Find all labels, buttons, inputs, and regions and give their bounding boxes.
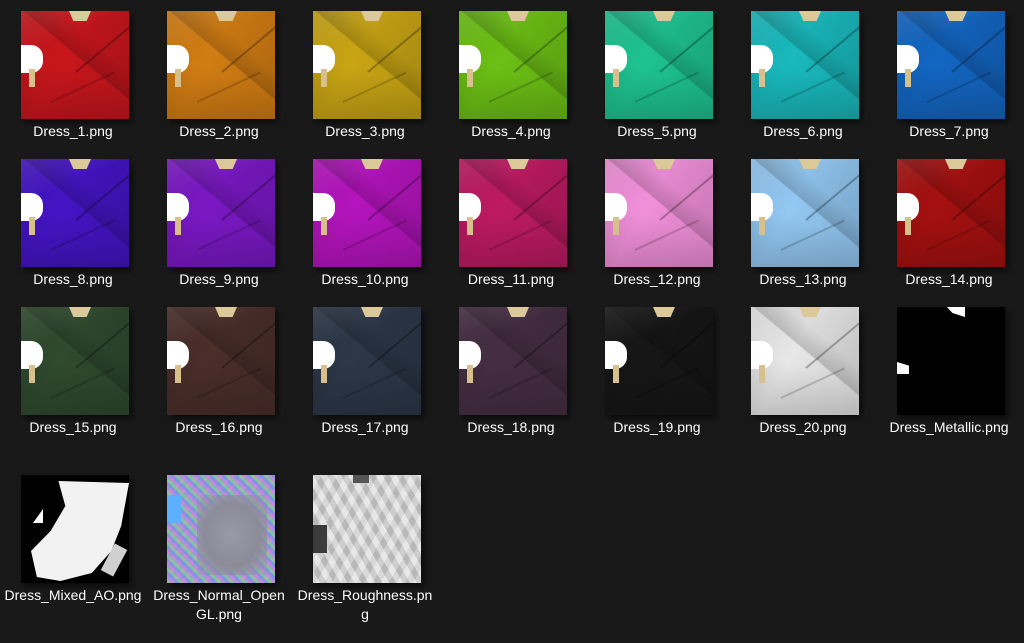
file-item[interactable]: Dress_4.png: [438, 2, 584, 148]
file-name: Dress_Metallic.png: [889, 419, 1009, 435]
file-thumbnail: [459, 159, 567, 267]
file-thumbnail: [751, 307, 859, 415]
file-thumbnail: [459, 307, 567, 415]
file-thumbnail: [751, 11, 859, 119]
file-item[interactable]: Dress_13.png: [730, 150, 876, 296]
file-name: Dress_5.png: [617, 123, 697, 139]
file-name: Dress_Mixed_AO.png: [4, 587, 142, 603]
file-name: Dress_Roughness.png: [297, 587, 433, 622]
file-item[interactable]: Dress_14.png: [876, 150, 1022, 296]
file-thumbnail: [21, 307, 129, 415]
file-name: Dress_1.png: [33, 123, 113, 139]
file-item[interactable]: Dress_11.png: [438, 150, 584, 296]
file-name: Dress_19.png: [613, 419, 701, 435]
file-name: Dress_6.png: [763, 123, 843, 139]
file-item[interactable]: Dress_16.png: [146, 298, 292, 444]
file-thumbnail: [313, 475, 421, 583]
file-name: Dress_3.png: [325, 123, 405, 139]
file-name: Dress_14.png: [905, 271, 993, 287]
file-item[interactable]: Dress_15.png: [0, 298, 146, 444]
file-thumbnail: [167, 307, 275, 415]
file-item[interactable]: Dress_Roughness.png: [292, 466, 438, 622]
file-item[interactable]: Dress_2.png: [146, 2, 292, 148]
file-name: Dress_Normal_OpenGL.png: [153, 587, 285, 622]
file-name: Dress_20.png: [759, 419, 847, 435]
file-name: Dress_10.png: [321, 271, 409, 287]
file-thumbnail: [313, 159, 421, 267]
file-item[interactable]: Dress_19.png: [584, 298, 730, 444]
file-name: Dress_8.png: [33, 271, 113, 287]
file-name: Dress_2.png: [179, 123, 259, 139]
file-name: Dress_4.png: [471, 123, 551, 139]
file-thumbnail: [313, 307, 421, 415]
file-grid: Dress_1.png Dress_2.png Dress_3.png Dress_4…: [0, 0, 1024, 643]
file-item[interactable]: Dress_10.png: [292, 150, 438, 296]
file-item[interactable]: Dress_5.png: [584, 2, 730, 148]
file-item[interactable]: Dress_9.png: [146, 150, 292, 296]
file-thumbnail: [605, 307, 713, 415]
file-item[interactable]: Dress_Mixed_AO.png: [0, 466, 146, 612]
file-item[interactable]: Dress_20.png: [730, 298, 876, 444]
file-thumbnail: [897, 11, 1005, 119]
file-thumbnail: [897, 159, 1005, 267]
file-item[interactable]: Dress_3.png: [292, 2, 438, 148]
file-item[interactable]: Dress_Metallic.png: [876, 298, 1022, 444]
file-thumbnail: [167, 11, 275, 119]
file-thumbnail: [167, 159, 275, 267]
file-item[interactable]: Dress_18.png: [438, 298, 584, 444]
file-item[interactable]: Dress_7.png: [876, 2, 1022, 148]
file-name: Dress_15.png: [29, 419, 117, 435]
file-name: Dress_7.png: [909, 123, 989, 139]
file-item[interactable]: Dress_1.png: [0, 2, 146, 148]
file-item[interactable]: Dress_12.png: [584, 150, 730, 296]
file-item[interactable]: Dress_6.png: [730, 2, 876, 148]
file-thumbnail: [751, 159, 859, 267]
file-thumbnail: [167, 475, 275, 583]
file-name: Dress_9.png: [179, 271, 259, 287]
file-thumbnail: [21, 11, 129, 119]
file-thumbnail: [313, 11, 421, 119]
file-item[interactable]: Dress_17.png: [292, 298, 438, 444]
file-name: Dress_11.png: [467, 271, 555, 287]
file-item[interactable]: Dress_8.png: [0, 150, 146, 296]
file-name: Dress_16.png: [175, 419, 263, 435]
file-name: Dress_18.png: [467, 419, 555, 435]
file-thumbnail: [21, 475, 129, 583]
file-name: Dress_17.png: [321, 419, 409, 435]
file-thumbnail: [459, 11, 567, 119]
file-name: Dress_13.png: [759, 271, 847, 287]
file-item[interactable]: Dress_Normal_OpenGL.png: [146, 466, 292, 622]
file-name: Dress_12.png: [613, 271, 701, 287]
file-thumbnail: [605, 11, 713, 119]
file-thumbnail: [897, 307, 1005, 415]
file-thumbnail: [605, 159, 713, 267]
file-thumbnail: [21, 159, 129, 267]
